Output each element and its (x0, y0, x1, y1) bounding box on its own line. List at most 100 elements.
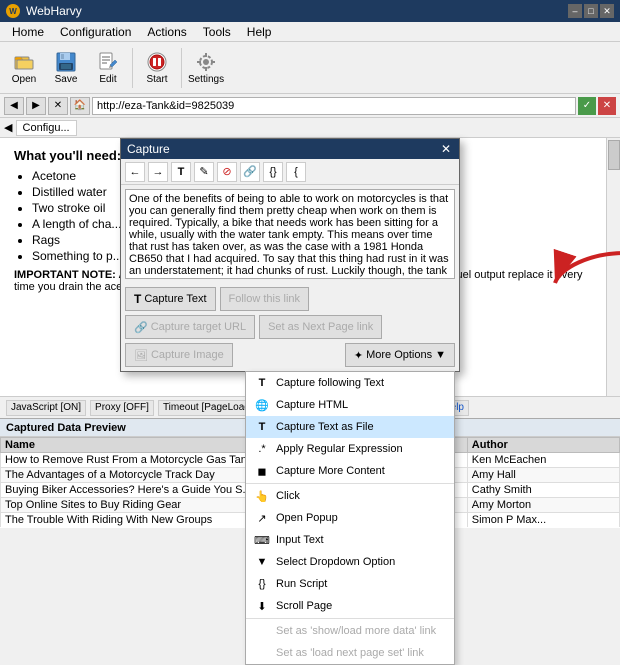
load-next-label: Set as 'load next page set' link (276, 647, 424, 659)
start-button[interactable]: Start (137, 46, 177, 90)
save-icon (55, 51, 77, 73)
capture-image-button[interactable]: 🖼 Capture Image (125, 343, 233, 367)
capture-html-item[interactable]: 🌐 Capture HTML (246, 394, 454, 416)
edit-icon (97, 51, 119, 73)
settings-icon (195, 51, 217, 73)
capture-file-icon: T (254, 419, 270, 435)
menu-configuration[interactable]: Configuration (52, 23, 139, 41)
settings-label: Settings (188, 74, 224, 85)
menu-actions[interactable]: Actions (139, 23, 194, 41)
menu-help[interactable]: Help (239, 23, 280, 41)
regex-icon: .* (254, 441, 270, 457)
address-bar: ◀ ▶ ✕ 🏠 ✓ ✕ (0, 94, 620, 118)
dropdown-sep-2 (246, 618, 454, 619)
toolbar: Open Save Edit (0, 42, 620, 94)
follow-link-button[interactable]: Follow this link (220, 287, 310, 311)
select-dropdown-label: Select Dropdown Option (276, 556, 395, 568)
window-controls[interactable]: – □ ✕ (568, 4, 614, 18)
row-author: Amy Morton (467, 498, 619, 513)
start-icon (146, 51, 168, 73)
edit-label: Edit (99, 74, 116, 85)
load-next-icon (254, 645, 270, 661)
capture-url-label: Capture target URL (151, 321, 246, 333)
config-tab[interactable]: Configu... (16, 120, 77, 136)
run-script-item[interactable]: {} Run Script (246, 573, 454, 595)
capture-forward-btn[interactable]: → (148, 162, 168, 182)
app-title: WebHarvy (26, 4, 82, 18)
capture-toolbar: ← → T ✎ ⊘ 🔗 {} { (121, 159, 459, 185)
capture-stop-btn[interactable]: ⊘ (217, 162, 237, 182)
select-dropdown-icon: ▼ (254, 554, 270, 570)
menu-bar: Home Configuration Actions Tools Help (0, 22, 620, 42)
menu-tools[interactable]: Tools (195, 23, 239, 41)
navigate-button[interactable]: ✓ (578, 97, 596, 115)
capture-preview-text: One of the benefits of being to able to … (129, 193, 449, 279)
forward-button[interactable]: ▶ (26, 97, 46, 115)
open-popup-item[interactable]: ↗ Open Popup (246, 507, 454, 529)
data-preview-title: Captured Data Preview (6, 422, 126, 434)
input-text-icon: ⌨ (254, 532, 270, 548)
show-more-icon (254, 623, 270, 639)
capture-close-button[interactable]: ✕ (439, 142, 453, 156)
save-button[interactable]: Save (46, 46, 86, 90)
scroll-page-label: Scroll Page (276, 600, 332, 612)
dropdown-sep-1 (246, 483, 454, 484)
capture-link-btn[interactable]: 🔗 (240, 162, 260, 182)
scroll-page-item[interactable]: ⬇ Scroll Page (246, 595, 454, 617)
more-options-icon: ✦ (354, 349, 363, 362)
menu-home[interactable]: Home (4, 23, 52, 41)
follow-link-label: Follow this link (229, 293, 301, 305)
capture-text-button[interactable]: T Capture Text (125, 287, 216, 311)
capture-more-content-item[interactable]: ◼ Capture More Content (246, 460, 454, 482)
open-popup-label: Open Popup (276, 512, 338, 524)
select-dropdown-item[interactable]: ▼ Select Dropdown Option (246, 551, 454, 573)
row-author: Cathy Smith (467, 483, 619, 498)
open-label: Open (12, 74, 36, 85)
back-button[interactable]: ◀ (4, 97, 24, 115)
home-button[interactable]: 🏠 (70, 97, 90, 115)
close-button[interactable]: ✕ (600, 4, 614, 18)
set-next-page-label: Set as Next Page link (268, 321, 373, 333)
capture-image-icon: 🖼 (134, 349, 148, 362)
capture-following-text-icon: T (254, 375, 270, 391)
run-script-icon: {} (254, 576, 270, 592)
set-next-page-button[interactable]: Set as Next Page link (259, 315, 382, 339)
input-text-item[interactable]: ⌨ Input Text (246, 529, 454, 551)
row-author: Simon P Max... (467, 513, 619, 528)
capture-actions: T Capture Text Follow this link (121, 283, 459, 315)
status-proxy: Proxy [OFF] (90, 400, 154, 416)
show-more-label: Set as 'show/load more data' link (276, 625, 436, 637)
red-arrow (550, 248, 620, 301)
minimize-button[interactable]: – (568, 4, 582, 18)
click-item[interactable]: 👆 Click (246, 485, 454, 507)
config-bar: ◀ Configu... (0, 118, 620, 138)
click-icon: 👆 (254, 488, 270, 504)
url-input[interactable] (92, 97, 576, 115)
capture-text-file-label: Capture Text as File (276, 421, 374, 433)
input-text-label: Input Text (276, 534, 324, 546)
more-options-label: More Options (366, 349, 432, 361)
capture-text-preview: One of the benefits of being to able to … (125, 189, 455, 279)
settings-button[interactable]: Settings (186, 46, 226, 90)
capture-url-button[interactable]: 🔗 Capture target URL (125, 315, 255, 339)
stop-button[interactable]: ✕ (48, 97, 68, 115)
maximize-button[interactable]: □ (584, 4, 598, 18)
capture-brace-btn[interactable]: { (286, 162, 306, 182)
load-next-page-item: Set as 'load next page set' link (246, 642, 454, 664)
open-popup-icon: ↗ (254, 510, 270, 526)
apply-regex-item[interactable]: .* Apply Regular Expression (246, 438, 454, 460)
capture-back-btn[interactable]: ← (125, 162, 145, 182)
save-label: Save (55, 74, 78, 85)
capture-text-icon: T (134, 292, 141, 306)
cancel-nav-button[interactable]: ✕ (598, 97, 616, 115)
more-options-button[interactable]: ✦ More Options ▼ (345, 343, 455, 367)
open-icon (13, 51, 35, 73)
capture-text-as-file-item[interactable]: T Capture Text as File (246, 416, 454, 438)
app-logo: W (6, 4, 20, 18)
capture-text-tool-btn[interactable]: T (171, 162, 191, 182)
capture-script-btn[interactable]: {} (263, 162, 283, 182)
capture-following-text-item[interactable]: T Capture following Text (246, 372, 454, 394)
edit-button[interactable]: Edit (88, 46, 128, 90)
capture-edit-btn[interactable]: ✎ (194, 162, 214, 182)
open-button[interactable]: Open (4, 46, 44, 90)
